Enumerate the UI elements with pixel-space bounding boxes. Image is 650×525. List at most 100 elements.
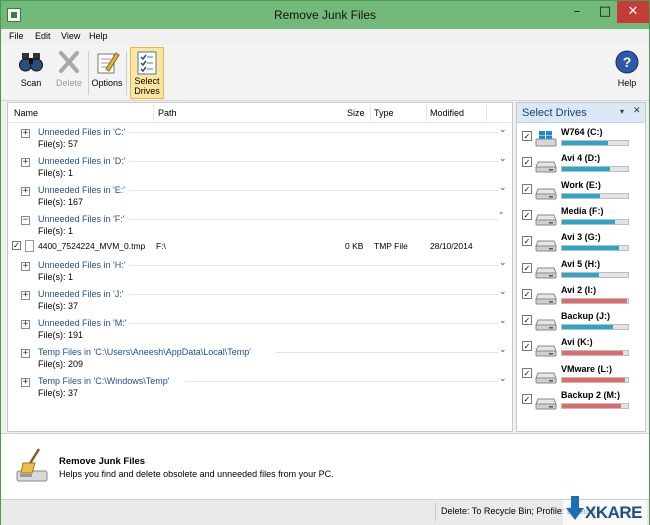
drive-checkbox[interactable]: ✓ (522, 209, 532, 220)
drive-checkbox[interactable]: ✓ (522, 131, 532, 141)
chevron-down-icon[interactable]: ⌄ (499, 345, 507, 355)
drive-usage-bar (561, 140, 629, 146)
menu-view[interactable]: View (61, 31, 80, 41)
chevron-down-icon[interactable]: ⌄ (499, 125, 507, 135)
column-header: Name Path Size Type Modified (8, 103, 512, 123)
chevron-down-icon[interactable]: ⌄ (499, 183, 507, 193)
select-drives-label-1: Select (134, 76, 160, 86)
download-arrow-icon (566, 496, 584, 520)
close-button[interactable]: ✕ (617, 1, 649, 23)
expand-icon[interactable]: + (21, 349, 30, 358)
column-size[interactable]: Size (347, 108, 365, 118)
drive-checkbox[interactable]: ✓ (522, 236, 532, 247)
column-name[interactable]: Name (14, 108, 38, 118)
drive-item[interactable]: ✓ Backup (J:) (517, 309, 645, 335)
drive-checkbox[interactable]: ✓ (522, 183, 532, 194)
group-title: Temp Files in 'C:\Users\Aneesh\AppData\L… (38, 347, 252, 357)
chevron-down-icon[interactable]: ⌄ (499, 374, 507, 384)
select-drives-panel: Select Drives ▾ ✕ ✓ W764 (C:) ✓ Avi 4 (D:) ✓… (516, 102, 646, 432)
menu-edit[interactable]: Edit (35, 31, 51, 41)
column-divider[interactable] (153, 105, 154, 121)
chevron-down-icon[interactable]: ⌄ (499, 154, 507, 164)
group-row[interactable]: + Unneeded Files in 'M:' File(s): 191 ⌄ (8, 315, 512, 343)
hard-drive-icon (535, 214, 557, 226)
minimize-button[interactable]: – (563, 1, 591, 23)
drive-name: Avi 3 (G:) (561, 232, 601, 243)
column-divider[interactable] (426, 105, 427, 121)
file-path: F:\ (156, 241, 166, 251)
drive-item[interactable]: ✓ Backup 2 (M:) (517, 388, 645, 414)
delete-button[interactable]: Delete (49, 47, 89, 99)
toolbar-separator (126, 51, 127, 95)
group-count: File(s): 1 (38, 226, 74, 236)
junk-files-list: Name Path Size Type Modified + Unneeded … (7, 102, 513, 432)
status-bar: Delete: To Recycle Bin; Profile: Default… (1, 496, 649, 525)
column-divider[interactable] (486, 105, 487, 121)
drive-name: Avi 4 (D:) (561, 153, 601, 164)
expand-icon[interactable]: + (21, 291, 30, 300)
drive-checkbox[interactable]: ✓ (522, 262, 532, 273)
collapse-icon[interactable]: − (21, 216, 30, 225)
expand-icon[interactable]: + (21, 378, 30, 387)
help-button[interactable]: ? Help (611, 47, 643, 99)
drive-item[interactable]: ✓ Work (E:) (517, 178, 645, 204)
drive-item[interactable]: ✓ Avi 3 (G:) (517, 230, 645, 256)
group-row[interactable]: − Unneeded Files in 'F:' File(s): 1 ˄ (8, 211, 512, 239)
chevron-up-icon[interactable]: ˄ (499, 212, 504, 222)
column-path[interactable]: Path (158, 108, 177, 118)
group-title: Unneeded Files in 'E:' (38, 185, 125, 195)
file-size: 0 KB (345, 241, 364, 251)
drive-checkbox[interactable]: ✓ (522, 315, 532, 326)
group-row[interactable]: + Unneeded Files in 'J:' File(s): 37 ⌄ (8, 286, 512, 314)
drive-item[interactable]: ✓ Avi 5 (H:) (517, 257, 645, 283)
group-row[interactable]: + Temp Files in 'C:\Users\Aneesh\AppData… (8, 344, 512, 372)
expand-icon[interactable]: + (21, 320, 30, 329)
drive-checkbox[interactable]: ✓ (522, 157, 532, 168)
drive-name: Work (E:) (561, 179, 601, 190)
column-modified[interactable]: Modified (430, 108, 464, 118)
expand-icon[interactable]: + (21, 129, 30, 138)
chevron-down-icon[interactable]: ⌄ (499, 316, 507, 326)
expand-icon[interactable]: + (21, 187, 30, 196)
group-row[interactable]: + Unneeded Files in 'E:' File(s): 167 ⌄ (8, 182, 512, 210)
expand-icon[interactable]: + (21, 262, 30, 271)
panel-close-icon[interactable]: ✕ (633, 106, 641, 116)
scan-button[interactable]: Scan (11, 47, 51, 99)
drive-checkbox[interactable]: ✓ (522, 288, 532, 299)
maximize-button[interactable]: □ (591, 1, 619, 23)
column-divider[interactable] (370, 105, 371, 121)
file-type: TMP File (374, 241, 408, 251)
drive-item[interactable]: ✓ VMware (L:) (517, 362, 645, 388)
drive-item[interactable]: ✓ Avi 4 (D:) (517, 151, 645, 177)
options-button[interactable]: Options (89, 47, 125, 99)
column-type[interactable]: Type (374, 108, 394, 118)
file-row[interactable]: ✓ 4400_7524224_MVM_0.tmp F:\ 0 KB TMP Fi… (8, 238, 512, 255)
group-count: File(s): 191 (38, 330, 84, 340)
drive-item[interactable]: ✓ Avi (K:) (517, 335, 645, 361)
drive-checkbox[interactable]: ✓ (522, 367, 532, 378)
chevron-down-icon[interactable]: ⌄ (499, 258, 507, 268)
drive-usage-fill (562, 377, 625, 382)
menu-file[interactable]: File (9, 31, 24, 41)
group-row[interactable]: + Unneeded Files in 'H:' File(s): 1 ⌄ (8, 257, 512, 285)
file-name: 4400_7524224_MVM_0.tmp (38, 241, 146, 251)
options-label: Options (91, 78, 123, 88)
panel-dropdown-icon[interactable]: ▾ (620, 107, 624, 116)
toolbar: Scan Delete Options Select Drives ? Help (1, 45, 649, 101)
drive-checkbox[interactable]: ✓ (522, 341, 532, 352)
drive-checkbox[interactable]: ✓ (522, 394, 532, 404)
select-drives-button[interactable]: Select Drives (130, 47, 164, 99)
drive-item[interactable]: ✓ W764 (C:) (517, 125, 645, 151)
drive-usage-fill (562, 325, 614, 330)
delete-label: Delete (55, 78, 82, 88)
group-row[interactable]: + Unneeded Files in 'C:' File(s): 57 ⌄ (8, 124, 512, 152)
drive-usage-bar (561, 403, 629, 409)
drive-item[interactable]: ✓ Media (F:) (517, 204, 645, 230)
chevron-down-icon[interactable]: ⌄ (499, 287, 507, 297)
expand-icon[interactable]: + (21, 158, 30, 167)
menu-help[interactable]: Help (89, 31, 108, 41)
group-row[interactable]: + Temp Files in 'C:\Windows\Temp' File(s… (8, 373, 512, 401)
drive-item[interactable]: ✓ Avi 2 (I:) (517, 283, 645, 309)
group-row[interactable]: + Unneeded Files in 'D:' File(s): 1 ⌄ (8, 153, 512, 181)
file-checkbox[interactable]: ✓ (12, 241, 21, 250)
